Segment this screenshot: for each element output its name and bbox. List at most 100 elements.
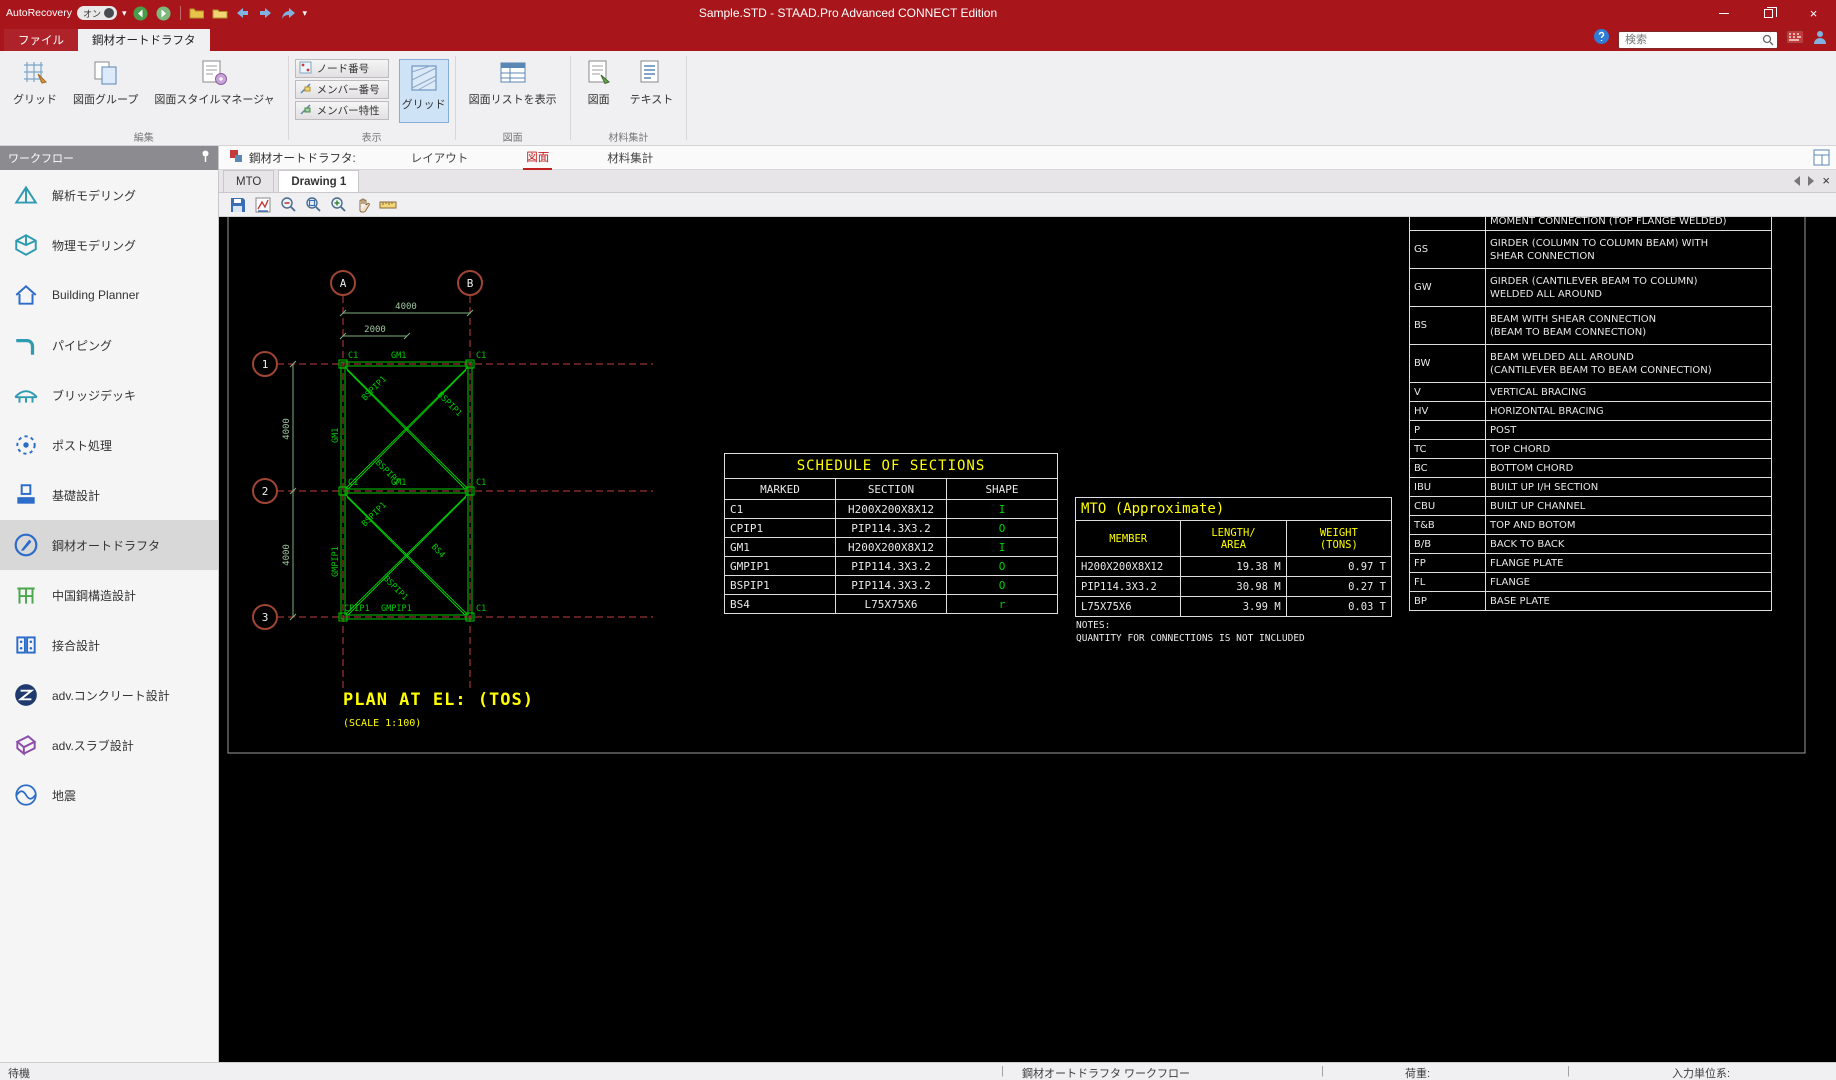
undo-icon[interactable] (234, 4, 252, 22)
svg-text:C1: C1 (476, 604, 486, 614)
folder-icon[interactable] (211, 4, 229, 22)
workflow-link-layout[interactable]: レイアウト (408, 146, 472, 170)
tab-steel-autodrafter[interactable]: 鋼材オートドラフタ (78, 29, 210, 51)
grid-display-toggle[interactable]: グリッド (398, 59, 449, 123)
pin-icon[interactable] (201, 150, 210, 166)
sidebar-item-chinese-steel-design[interactable]: 中国鋼構造設計 (0, 570, 218, 620)
legend-row: BW BEAM WELDED ALL AROUND (CANTILEVER BEA… (1409, 344, 1772, 383)
earthquake-icon (13, 782, 39, 808)
sidebar-item-analytical-modeling[interactable]: 解析モデリング (0, 170, 218, 220)
mto-text-button[interactable]: テキスト (623, 54, 681, 110)
table-row: CPIP1 PIP114.3X3.2 O (724, 518, 1058, 538)
save-icon[interactable] (227, 195, 249, 215)
sidebar-item-adv-slab-design[interactable]: adv.スラブ設計 (0, 720, 218, 770)
node-numbers-toggle[interactable]: ノード番号 (294, 59, 389, 78)
status-load-label[interactable]: 荷重: (1405, 1065, 1430, 1080)
drawing-canvas[interactable]: A B 1 2 3 4000 2000 4000 4000 C1 GM1 C1 … (219, 217, 1836, 1062)
export-metafile-icon[interactable] (252, 195, 274, 215)
workspace-layout-icon[interactable] (1813, 149, 1830, 169)
sidebar-item-foundation-design[interactable]: 基礎設計 (0, 470, 218, 520)
autorecovery-caret-icon[interactable]: ▾ (122, 8, 127, 19)
autorecovery-toggle[interactable]: オン (76, 6, 117, 20)
grid-edit-icon (20, 58, 50, 88)
status-units-label[interactable]: 入力単位系: (1672, 1065, 1730, 1080)
close-button[interactable]: × (1791, 0, 1836, 26)
physical-modeling-icon (13, 232, 39, 258)
sidebar-item-post-processing[interactable]: ポスト処理 (0, 420, 218, 470)
legend-row: P POST (1409, 420, 1772, 440)
forward-circle-icon[interactable] (155, 4, 173, 22)
svg-text:C1: C1 (348, 351, 358, 361)
member-properties-label: メンバー特性 (316, 105, 380, 117)
svg-text:BS4: BS4 (429, 542, 447, 560)
scale-ruler-icon[interactable] (377, 195, 399, 215)
zoom-extents-icon[interactable] (327, 195, 349, 215)
staad-pro-window: AutoRecovery オン ▾ ▾ Sample.STD - STAAD.P… (0, 0, 1836, 1080)
workflow-link-drawing[interactable]: 図面 (523, 146, 553, 170)
style-manager-icon (199, 58, 229, 88)
tab-file[interactable]: ファイル (4, 29, 78, 51)
member-properties-toggle[interactable]: メンバー特性 (294, 101, 389, 120)
zoom-out-icon[interactable] (277, 195, 299, 215)
table-row: BS4 L75X75X6 r (724, 594, 1058, 614)
notes-title: NOTES: (1076, 620, 1111, 631)
sidebar-item-connection-design[interactable]: 接合設計 (0, 620, 218, 670)
legend-row: GW GIRDER (CANTILEVER BEAM TO COLUMN) WEL… (1409, 268, 1772, 307)
member-properties-icon (299, 103, 312, 119)
search-icon[interactable] (1762, 33, 1774, 51)
tab-close-icon[interactable]: × (1822, 174, 1830, 187)
zoom-window-icon[interactable] (302, 195, 324, 215)
legend-row: BS BEAM WITH SHEAR CONNECTION (BEAM TO BE… (1409, 306, 1772, 345)
sidebar-header-label: ワークフロー (8, 153, 74, 165)
sidebar-item-earthquake[interactable]: 地震 (0, 770, 218, 820)
share-arrow-icon[interactable] (280, 4, 298, 22)
sidebar-item-label: adv.スラブ設計 (52, 738, 134, 753)
minimize-button[interactable] (1701, 0, 1746, 26)
sidebar-item-label: adv.コンクリート設計 (52, 688, 170, 703)
sidebar-item-steel-autodrafter[interactable]: 鋼材オートドラフタ (0, 520, 218, 570)
sidebar-item-label: 基礎設計 (52, 488, 101, 503)
open-folder-icon[interactable] (188, 4, 206, 22)
user-account-icon[interactable] (1812, 29, 1828, 50)
tab-scroll-left-icon[interactable] (1794, 175, 1801, 186)
back-circle-icon[interactable] (132, 4, 150, 22)
grid-button[interactable]: グリッド (6, 54, 64, 110)
dim-left-lower: 4000 (282, 544, 292, 566)
tab-scroll-right-icon[interactable] (1808, 175, 1815, 186)
svg-text:BSPIP1: BSPIP1 (435, 390, 464, 419)
svg-text:GM1: GM1 (391, 351, 406, 361)
sidebar-item-physical-modeling[interactable]: 物理モデリング (0, 220, 218, 270)
building-planner-icon (13, 282, 39, 308)
doc-tab-drawing1[interactable]: Drawing 1 (278, 170, 360, 192)
doc-tab-mto[interactable]: MTO (223, 170, 275, 192)
drawing-style-manager-button[interactable]: 図面スタイルマネージャ (147, 54, 281, 110)
mto-drawing-button[interactable]: 図面 (577, 54, 621, 110)
bubble-b: B (467, 277, 474, 290)
svg-text:BSPIP1: BSPIP1 (373, 458, 402, 487)
table-row: PIP114.3X3.2 30.98 M 0.27 T (1074, 576, 1393, 597)
keyboard-shortcuts-icon[interactable] (1786, 29, 1804, 49)
member-numbers-toggle[interactable]: メンバー番号 (294, 80, 389, 99)
sidebar-item-bridge-deck[interactable]: ブリッジデッキ (0, 370, 218, 420)
workflow-link-mto[interactable]: 材料集計 (604, 146, 656, 170)
svg-text:BSPIP1: BSPIP1 (381, 574, 410, 603)
show-drawing-list-button[interactable]: 図面リストを表示 (462, 54, 564, 110)
search-input[interactable] (1618, 30, 1778, 49)
redo-icon[interactable] (257, 4, 275, 22)
drawing-group-button[interactable]: 図面グループ (66, 54, 145, 110)
sidebar-item-piping[interactable]: パイピング (0, 320, 218, 370)
legend-table: MOMENT CONNECTION (TOP FLANGE WELDED) GS… (1409, 217, 1772, 611)
qat-customize-caret-icon[interactable]: ▾ (303, 8, 308, 19)
sidebar-item-adv-concrete-design[interactable]: adv.コンクリート設計 (0, 670, 218, 720)
svg-text:C1: C1 (476, 478, 486, 488)
pan-hand-icon[interactable] (352, 195, 374, 215)
mto-text-icon (636, 58, 666, 88)
workflow-bar-prefix-label: 鋼材オートドラフタ: (249, 152, 356, 165)
restore-button[interactable] (1746, 0, 1791, 26)
plan-title: PLAN AT EL: (TOS) (343, 690, 534, 710)
help-icon[interactable] (1593, 28, 1610, 50)
ribbon-group-edit: グリッド 図面グループ 図面スタイルマネージャ 編集 (0, 51, 288, 145)
sidebar-item-label: 地震 (52, 788, 77, 803)
analytical-modeling-icon (13, 182, 39, 208)
sidebar-item-building-planner[interactable]: Building Planner (0, 270, 218, 320)
